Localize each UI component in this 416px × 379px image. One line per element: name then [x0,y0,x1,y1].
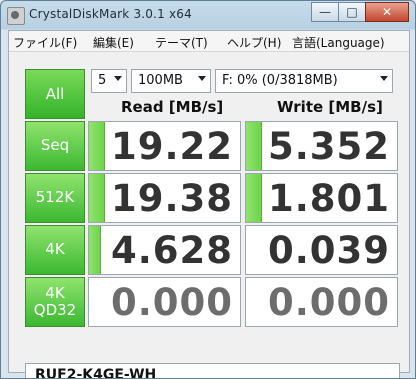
4k-qd32-read-value: 0.000 [110,281,233,324]
client-area: ファイル(F) 編集(E) テーマ(T) ヘルプ(H) 言語(Language)… [8,30,410,378]
drive-value: F: 0% (0/3818MB) [222,73,338,88]
status-text: RUF2-K4GE-WH [35,367,157,379]
menu-edit[interactable]: 編集(E) [93,34,134,51]
maximize-button[interactable]: □ [338,2,366,22]
minimize-button[interactable]: — [311,2,339,22]
close-button[interactable]: ✕ [365,2,409,22]
seq-read-bar [89,122,106,170]
benchmark-panel: All 5 100MB F: 0% (0/3818MB) Read [MB/s]… [19,61,400,378]
write-column-header: Write [MB/s] [277,98,383,116]
status-field[interactable]: RUF2-K4GE-WH [25,363,400,379]
drive-select[interactable]: F: 0% (0/3818MB) [215,69,393,93]
menu-help[interactable]: ヘルプ(H) [227,34,281,51]
app-window: CrystalDiskMark 3.0.1 x64 — □ ✕ ファイル(F) … [0,0,416,379]
chevron-down-icon [380,76,388,81]
4k-read-value: 4.628 [110,229,233,272]
4k-qd32-read-cell: 0.000 [88,277,241,327]
4k-read-bar [89,226,101,274]
4k-qd32-button[interactable]: 4K QD32 [25,277,85,327]
seq-read-value: 19.22 [110,125,233,168]
menu-file[interactable]: ファイル(F) [13,34,77,51]
4k-read-cell: 4.628 [88,225,241,275]
app-icon [7,7,25,25]
all-button[interactable]: All [25,69,85,119]
4k-qd32-write-value: 0.000 [267,281,390,324]
512k-read-value: 19.38 [110,177,233,220]
4k-write-value: 0.039 [267,229,390,272]
test-size-value: 100MB [138,73,183,88]
512k-write-value: 1.801 [267,177,390,220]
512k-write-cell: 1.801 [245,173,398,223]
test-count-value: 5 [98,73,107,88]
menu-theme[interactable]: テーマ(T) [155,34,208,51]
seq-write-bar [246,122,263,170]
seq-write-cell: 5.352 [245,121,398,171]
menu-bar: ファイル(F) 編集(E) テーマ(T) ヘルプ(H) 言語(Language) [9,31,409,52]
seq-write-value: 5.352 [267,125,390,168]
window-title: CrystalDiskMark 3.0.1 x64 [29,7,192,21]
seq-button[interactable]: Seq [25,121,85,171]
512k-read-cell: 19.38 [88,173,241,223]
512k-write-bar [246,174,263,222]
4k-qd32-write-cell: 0.000 [245,277,398,327]
read-column-header: Read [MB/s] [121,98,224,116]
title-bar[interactable]: CrystalDiskMark 3.0.1 x64 — □ ✕ [1,1,415,29]
4k-button[interactable]: 4K [25,225,85,275]
512k-read-bar [89,174,106,222]
512k-button[interactable]: 512K [25,173,85,223]
seq-read-cell: 19.22 [88,121,241,171]
window-controls: — □ ✕ [311,2,409,22]
test-count-select[interactable]: 5 [91,69,127,93]
menu-language[interactable]: 言語(Language) [292,34,385,51]
test-size-select[interactable]: 100MB [131,69,211,93]
4k-write-cell: 0.039 [245,225,398,275]
chevron-down-icon [198,76,206,81]
chevron-down-icon [114,76,122,81]
